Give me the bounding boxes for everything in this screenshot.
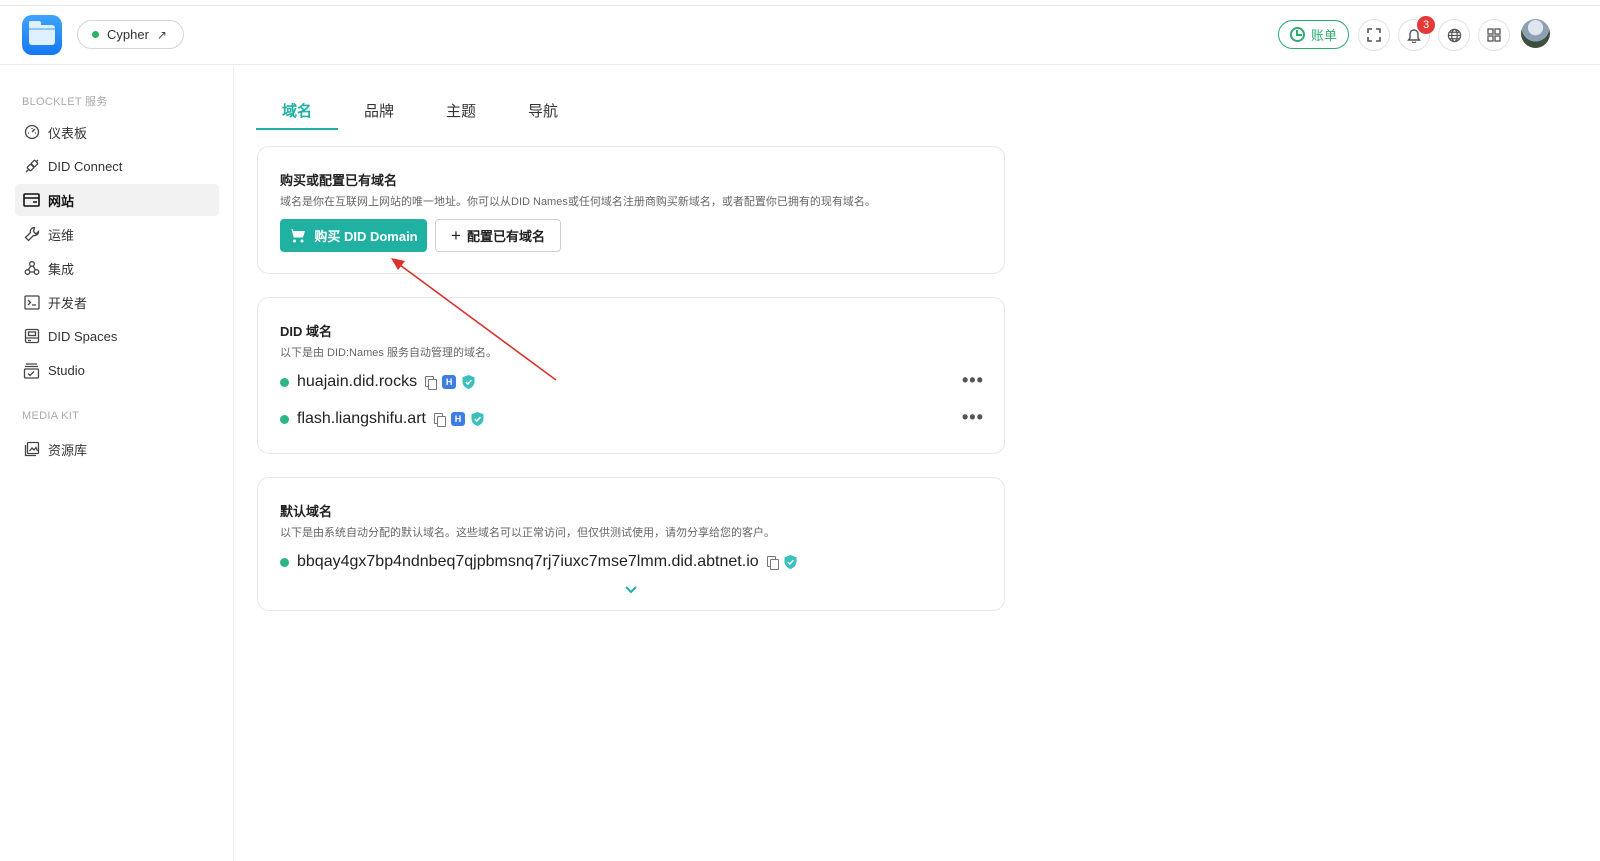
sidebar: BLOCKLET 服务 仪表板 DID Connect 网站 运维 集成 开发者… bbox=[0, 66, 234, 861]
card-description: 域名是你在互联网上网站的唯一地址。你可以从DID Names或任何域名注册商购买… bbox=[280, 196, 876, 208]
section-title-blocklet: BLOCKLET 服务 bbox=[22, 96, 108, 108]
copy-icon[interactable] bbox=[433, 413, 446, 427]
sidebar-item-website[interactable]: 网站 bbox=[15, 184, 219, 216]
library-icon bbox=[23, 441, 40, 458]
card-title: 默认域名 bbox=[280, 504, 333, 519]
status-dot bbox=[280, 557, 289, 567]
did-domain-card: DID 域名 以下是由 DID:Names 服务自动管理的域名。 huajain… bbox=[257, 297, 1005, 454]
configure-domain-button[interactable]: + 配置已有域名 bbox=[435, 219, 561, 252]
hosted-icon: H bbox=[442, 375, 457, 389]
sidebar-item-did-spaces[interactable]: DID Spaces bbox=[15, 320, 219, 352]
app-logo[interactable] bbox=[22, 15, 62, 55]
bill-label: 账单 bbox=[1310, 28, 1337, 43]
storage-icon bbox=[23, 328, 40, 345]
sidebar-item-library[interactable]: 资源库 bbox=[15, 433, 219, 465]
config-button-label: 配置已有域名 bbox=[466, 229, 545, 244]
sidebar-item-label: 网站 bbox=[48, 193, 75, 209]
copy-icon[interactable] bbox=[425, 376, 438, 390]
sidebar-item-dashboard[interactable]: 仪表板 bbox=[15, 116, 219, 148]
sidebar-item-label: 资源库 bbox=[48, 442, 88, 458]
status-dot bbox=[280, 414, 289, 424]
domain-name[interactable]: flash.liangshifu.art bbox=[297, 410, 426, 428]
tab-navigation[interactable]: 导航 bbox=[502, 90, 584, 130]
card-description: 以下是由系统自动分配的默认域名。这些域名可以正常访问，但仅供测试使用，请勿分享给… bbox=[280, 527, 775, 539]
globe-icon bbox=[1447, 28, 1461, 42]
buy-did-domain-button[interactable]: 购买 DID Domain bbox=[280, 219, 427, 252]
status-dot bbox=[92, 31, 99, 38]
wrench-icon bbox=[23, 226, 40, 243]
status-dot bbox=[280, 377, 289, 387]
more-options-button[interactable]: ••• bbox=[962, 407, 984, 428]
app-switcher[interactable]: Cypher ↗ bbox=[77, 20, 184, 49]
clock-icon bbox=[1289, 27, 1305, 42]
copy-icon[interactable] bbox=[766, 556, 779, 570]
hosted-icon: H bbox=[450, 412, 465, 426]
tab-theme[interactable]: 主题 bbox=[420, 90, 502, 130]
card-title: DID 域名 bbox=[280, 324, 333, 339]
sidebar-item-label: 运维 bbox=[48, 227, 75, 243]
tab-domain[interactable]: 域名 bbox=[256, 90, 338, 130]
studio-icon bbox=[23, 362, 40, 379]
tab-brand[interactable]: 品牌 bbox=[338, 90, 420, 130]
user-avatar[interactable] bbox=[1521, 19, 1550, 48]
sidebar-item-label: 仪表板 bbox=[48, 125, 88, 141]
verified-shield-icon bbox=[784, 555, 797, 569]
expand-chevron-icon[interactable] bbox=[623, 582, 639, 598]
card-description: 以下是由 DID:Names 服务自动管理的域名。 bbox=[280, 347, 497, 359]
sidebar-item-label: 集成 bbox=[48, 261, 75, 277]
verified-shield-icon bbox=[471, 412, 484, 426]
folder-icon bbox=[29, 21, 55, 45]
website-icon bbox=[23, 192, 40, 209]
apps-icon bbox=[1487, 28, 1501, 42]
notification-badge: 3 bbox=[1417, 16, 1435, 34]
cart-icon bbox=[289, 229, 306, 243]
section-title-media-kit: MEDIA KIT bbox=[22, 410, 80, 422]
domain-row: bbqay4gx7bp4ndnbeq7qjpbmsnq7rj7iuxc7mse7… bbox=[280, 551, 797, 573]
sidebar-item-label: DID Connect bbox=[48, 158, 123, 174]
fullscreen-button[interactable] bbox=[1358, 19, 1390, 51]
purchase-domain-card: 购买或配置已有域名 域名是你在互联网上网站的唯一地址。你可以从DID Names… bbox=[257, 146, 1005, 274]
default-domain-card: 默认域名 以下是由系统自动分配的默认域名。这些域名可以正常访问，但仅供测试使用，… bbox=[257, 477, 1005, 611]
notifications-button[interactable]: 3 bbox=[1398, 16, 1435, 51]
plus-icon: + bbox=[451, 225, 461, 245]
sidebar-item-studio[interactable]: Studio bbox=[15, 354, 219, 386]
domain-name[interactable]: bbqay4gx7bp4ndnbeq7qjpbmsnq7rj7iuxc7mse7… bbox=[297, 553, 759, 571]
domain-row: flash.liangshifu.art H bbox=[280, 408, 484, 430]
apps-button[interactable] bbox=[1478, 19, 1510, 51]
sidebar-item-label: 开发者 bbox=[48, 295, 88, 311]
domain-name[interactable]: huajain.did.rocks bbox=[297, 373, 417, 391]
app-name: Cypher bbox=[107, 27, 149, 42]
fullscreen-icon bbox=[1367, 28, 1381, 42]
top-header: Cypher ↗ 账单 3 bbox=[0, 6, 1600, 65]
external-arrow-icon: ↗ bbox=[156, 27, 167, 42]
domain-row: huajain.did.rocks H bbox=[280, 371, 475, 393]
connect-icon bbox=[23, 158, 40, 175]
more-options-button[interactable]: ••• bbox=[962, 370, 984, 391]
bill-button[interactable]: 账单 bbox=[1278, 20, 1349, 49]
sidebar-item-label: DID Spaces bbox=[48, 328, 118, 344]
webhook-icon bbox=[23, 260, 40, 277]
dashboard-icon bbox=[23, 124, 40, 141]
language-button[interactable] bbox=[1438, 19, 1470, 51]
sidebar-item-developer[interactable]: 开发者 bbox=[15, 286, 219, 318]
buy-button-label: 购买 DID Domain bbox=[314, 229, 418, 244]
sidebar-item-ops[interactable]: 运维 bbox=[15, 218, 219, 250]
card-title: 购买或配置已有域名 bbox=[280, 173, 398, 188]
sidebar-item-label: Studio bbox=[48, 362, 85, 378]
terminal-icon bbox=[23, 294, 40, 311]
sidebar-item-integrations[interactable]: 集成 bbox=[15, 252, 219, 284]
verified-shield-icon bbox=[462, 375, 475, 389]
sidebar-item-did-connect[interactable]: DID Connect bbox=[15, 150, 219, 182]
